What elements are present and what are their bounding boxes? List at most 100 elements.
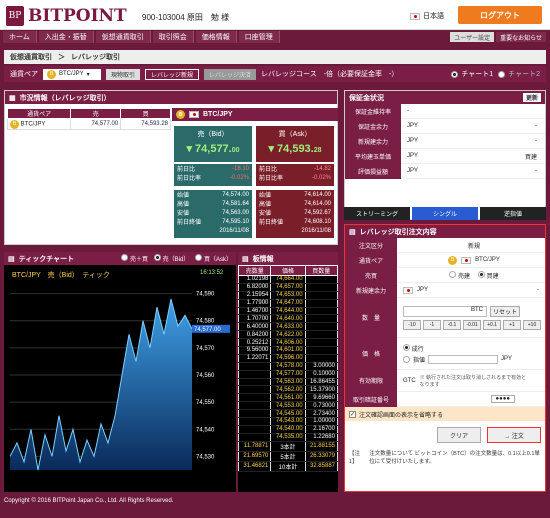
y-tick-label: 74,560 bbox=[196, 373, 215, 379]
orderbook-row[interactable]: 74,562.00 15.37900 bbox=[237, 385, 339, 395]
breadcrumb-leverage: レバレッジ取引 bbox=[71, 54, 120, 61]
logout-button[interactable]: ログアウト bbox=[458, 6, 542, 24]
nav-home[interactable]: ホーム bbox=[3, 31, 37, 43]
qty-step-button[interactable]: -1 bbox=[423, 319, 441, 330]
leverage-close-button[interactable]: レバレッジ決済 bbox=[204, 68, 257, 80]
tab-streaming[interactable]: ストリーミング bbox=[344, 207, 410, 220]
bid-label: 売（Bid） bbox=[197, 131, 229, 138]
current-price-label: 74,577.00 bbox=[194, 327, 221, 333]
orderbook-row[interactable]: 1.46700 74,644.00 bbox=[237, 306, 339, 316]
orderbook-title: 板情報 bbox=[252, 255, 274, 263]
orderbook-row[interactable]: 74,553.00 0.73000 bbox=[237, 401, 339, 411]
orderbook-row[interactable]: 1.70700 74,640.00 bbox=[237, 314, 339, 324]
pair-label: 通貨ペア bbox=[10, 71, 38, 78]
pair-select[interactable]: B BTC/JPY ▾ bbox=[43, 68, 101, 80]
order-button[interactable]: → 注文 bbox=[487, 427, 541, 443]
orderbook-row[interactable]: 74,545.00 2.73400 bbox=[237, 409, 339, 419]
ask-stats: 始値 74,614.00 高値 74,614.00 安値 74,592.67 前日終値… bbox=[256, 190, 334, 238]
nav-price-info[interactable]: 価格情報 bbox=[195, 31, 237, 43]
qty-step-button[interactable]: +0.1 bbox=[483, 319, 501, 330]
margin-row: 評価損益額 JPY - bbox=[345, 163, 545, 179]
spot-trade-button[interactable]: 現物取引 bbox=[106, 68, 141, 80]
refresh-button[interactable]: 更新 bbox=[522, 93, 541, 102]
nav-deposit[interactable]: 入出金・振替 bbox=[38, 31, 94, 43]
tab-single[interactable]: シングル bbox=[412, 207, 478, 220]
order-tabs: ストリーミング シングル 逆指値 bbox=[344, 207, 546, 220]
qty-step-button[interactable]: -0.1 bbox=[443, 319, 461, 330]
opt-both[interactable]: 売＋買 bbox=[121, 254, 148, 263]
market-row[interactable]: B BTC/JPY 74,577.00 74,593.28 bbox=[6, 118, 171, 130]
margin-row: 新規建余力 JPY - bbox=[345, 133, 545, 149]
row-pin: 取引暗証番号 ●●●● bbox=[345, 391, 545, 407]
orderbook-row[interactable]: 74,563.00 16.86455 bbox=[237, 377, 339, 387]
orderbook-table: 売数量 価格 買数量 1.02198 74,664.00 6.82000 74,657.00… bbox=[237, 265, 339, 472]
orderbook-row[interactable]: 74,540.00 2.16700 bbox=[237, 424, 339, 434]
orderbook-row[interactable]: 0.84200 74,622.00 bbox=[237, 330, 339, 340]
sell-radio[interactable]: 売建 bbox=[449, 270, 470, 280]
qty-step-button[interactable]: -0.01 bbox=[463, 319, 481, 330]
orderbook-row[interactable]: 74,535.00 1.22680 bbox=[237, 432, 339, 442]
chart2-label: チャート2 bbox=[508, 71, 540, 78]
orderbook-row[interactable]: 6.40000 74,633.00 bbox=[237, 322, 339, 332]
nav-account[interactable]: 口座管理 bbox=[238, 31, 280, 43]
ask-box[interactable]: 買（Ask） ▾ 74,593.28 bbox=[256, 126, 334, 162]
nav-crypto-trade[interactable]: 仮想通貨取引 bbox=[95, 31, 151, 43]
logo-badge: BP bbox=[6, 6, 24, 26]
orderbook-row[interactable]: 74,577.00 0.10000 bbox=[237, 369, 339, 379]
chart1-radio[interactable]: チャート1 bbox=[451, 69, 493, 79]
col-buy: 買 bbox=[120, 108, 171, 119]
margin-header: 保証金状況 更新 bbox=[345, 91, 545, 104]
clear-button[interactable]: クリア bbox=[437, 427, 481, 443]
chart2-radio[interactable]: チャート2 bbox=[498, 69, 540, 79]
note-label: 【注1】 bbox=[349, 451, 361, 465]
japan-flag-icon bbox=[461, 256, 472, 264]
orderbook-row[interactable]: 1.77900 74,647.00 bbox=[237, 298, 339, 308]
market-radio[interactable]: 成行 bbox=[403, 343, 424, 353]
row-side: 売買 売建 買建 bbox=[345, 267, 545, 283]
bitcoin-icon: B bbox=[10, 119, 19, 129]
user-settings-button[interactable]: ユーザー設定 bbox=[450, 32, 495, 42]
orderbook-row[interactable]: 1.22071 74,596.00 bbox=[237, 353, 339, 363]
tick-chart-svg[interactable]: 74,590 74,580 74,570 74,560 74,550 74,540 74,5… bbox=[10, 280, 232, 488]
opt-ask[interactable]: 買（Ask） bbox=[195, 254, 232, 263]
note-text: 注文数量について ビットコイン（BTC）の注文数量は、0.1以上0.1単位にて受… bbox=[369, 451, 540, 465]
qty-step-button[interactable]: -10 bbox=[403, 319, 421, 330]
orderbook-row[interactable]: 9.56000 74,601.00 bbox=[237, 346, 339, 355]
ask-price: ▾ 74,593.28 bbox=[268, 143, 322, 155]
radio-selected-icon bbox=[451, 70, 459, 78]
orderbook-row[interactable]: 2.15954 74,653.00 bbox=[237, 290, 339, 300]
account-info: 900-103004 原田 勉 様 bbox=[142, 13, 230, 22]
language-select[interactable]: 日本語 bbox=[410, 11, 444, 21]
opt-bid[interactable]: 売（Bid） bbox=[153, 254, 189, 263]
pin-input[interactable]: ●●●● bbox=[490, 395, 515, 403]
qty-step-button[interactable]: +1 bbox=[503, 319, 521, 330]
bid-diff: 前日比 -18.10 前日比率 -0.02% bbox=[174, 164, 252, 186]
bid-box[interactable]: 売（Bid） ▾ 74,577.00 bbox=[174, 126, 252, 162]
top-header: BP BITPOINT 900-103004 原田 勉 様 日本語 ログアウト bbox=[0, 0, 550, 30]
qty-step-button[interactable]: +10 bbox=[523, 319, 541, 330]
tab-stop[interactable]: 逆指値 bbox=[480, 207, 546, 220]
tick-chart-panel: ▤ ティックチャート 売＋買 売（Bid） 買（Ask） BTC/JPY 売（Bi… bbox=[4, 252, 236, 492]
qty-input[interactable]: BTC bbox=[403, 305, 487, 317]
leverage-new-button[interactable]: レバレッジ新規 bbox=[145, 68, 200, 80]
y-tick-label: 74,590 bbox=[196, 292, 215, 298]
skip-confirm-checkbox[interactable]: ✓ 注文確認画面の表示を省略する bbox=[345, 407, 545, 421]
chevron-down-icon: ▾ bbox=[86, 71, 90, 78]
orderbook-row[interactable]: 1.02198 74,664.00 bbox=[237, 275, 339, 284]
orderbook-row[interactable]: 74,578.00 3.00000 bbox=[237, 361, 339, 371]
nav-history[interactable]: 取引照会 bbox=[152, 31, 194, 43]
row-sell: 74,577.00 bbox=[70, 118, 122, 130]
orderbook-row[interactable]: 74,561.00 9.69660 bbox=[237, 393, 339, 403]
orderbook-row[interactable]: 74,543.00 1.00000 bbox=[237, 417, 339, 426]
orderbook-row[interactable]: 6.82000 74,657.00 bbox=[237, 282, 339, 292]
japan-flag-icon bbox=[189, 111, 199, 118]
breadcrumb-crypto[interactable]: 仮想通貨取引 bbox=[10, 52, 52, 62]
form-title: レバレッジ取引注文内容 bbox=[359, 228, 437, 236]
limit-radio[interactable]: 指値 JPY bbox=[403, 354, 512, 364]
orderbook-row[interactable]: 0.25212 74,606.00 bbox=[237, 338, 339, 348]
notice-button[interactable]: 重要なお知らせ bbox=[496, 32, 546, 42]
logo[interactable]: BP BITPOINT bbox=[6, 6, 127, 26]
reset-button[interactable]: リセット bbox=[490, 305, 520, 317]
limit-input[interactable] bbox=[428, 354, 499, 364]
buy-radio[interactable]: 買建 bbox=[478, 270, 499, 280]
